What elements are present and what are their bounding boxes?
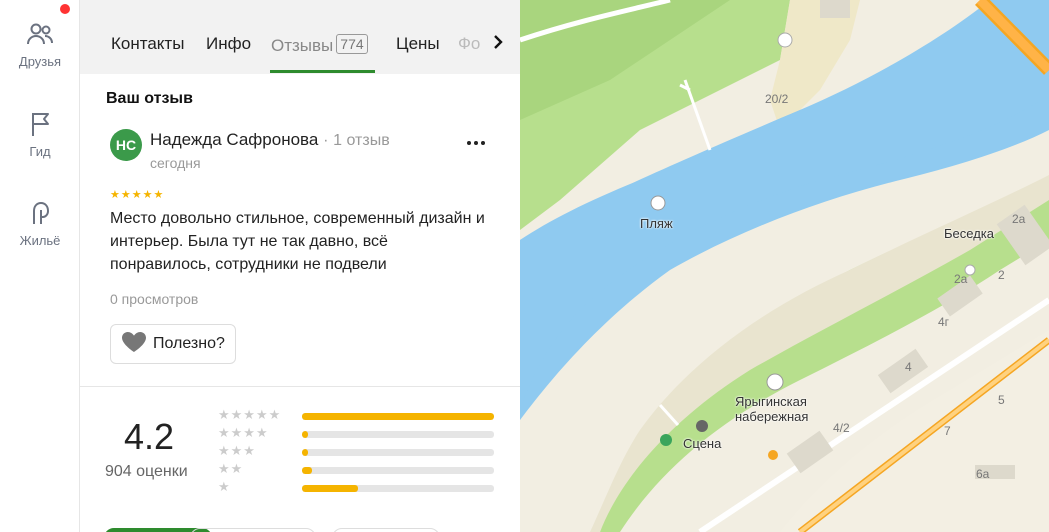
map-label-embankment-2[interactable]: набережная — [735, 409, 808, 424]
notification-dot — [60, 4, 70, 14]
tab-prices[interactable]: Цены — [396, 34, 440, 54]
map-label-beach[interactable]: Пляж — [640, 216, 673, 231]
tab-info[interactable]: Инфо — [206, 34, 251, 54]
review-stars: ★★★★★ — [110, 189, 165, 201]
review-date: сегодня — [150, 155, 201, 171]
map-view[interactable]: Пляж Беседка Ярыгинская набережная Сцена… — [520, 0, 1049, 532]
house-number: 5 — [998, 393, 1005, 407]
bottom-button-tertiary[interactable] — [332, 528, 440, 532]
map-canvas — [520, 0, 1049, 532]
rating-row-fill — [302, 413, 494, 420]
business-card-panel: Контакты Инфо Отзывы 774 Цены Фо Ваш отзы… — [80, 0, 520, 532]
author-review-count: 1 отзыв — [333, 132, 390, 149]
avatar[interactable]: НС — [110, 129, 142, 161]
rating-row-stars: ★ — [218, 479, 231, 494]
tab-bar: Контакты Инфо Отзывы 774 Цены Фо — [80, 0, 520, 74]
rating-row-bar — [302, 485, 494, 492]
rating-row-bar — [302, 467, 494, 474]
tabs-next-button[interactable] — [484, 31, 512, 57]
rating-row-bar — [302, 431, 494, 438]
sidebar-item-friends[interactable]: Друзья — [0, 18, 80, 69]
tab-contacts[interactable]: Контакты — [111, 34, 184, 54]
divider — [80, 386, 520, 387]
reviews-count-badge: 774 — [336, 34, 368, 54]
left-rail: Друзья Гид Жильё — [0, 0, 80, 532]
rating-value: 4.2 — [124, 416, 175, 457]
sidebar-item-label: Гид — [29, 144, 51, 159]
house-number: 4 — [905, 360, 912, 374]
attraction-icon[interactable] — [768, 450, 778, 460]
review-author-line: Надежда Сафронова · 1 отзыв — [150, 130, 390, 150]
binoculars-icon[interactable] — [660, 434, 672, 446]
rating-row-fill — [302, 467, 312, 474]
rating-row: ★★ — [218, 461, 498, 477]
house-number: 4/2 — [833, 421, 850, 435]
rating-row-bar — [302, 449, 494, 456]
tab-photos-faded[interactable]: Фо — [458, 34, 480, 54]
helpful-button[interactable]: Полезно? — [110, 324, 236, 364]
rating-row: ★★★★★ — [218, 407, 498, 423]
more-dots-icon — [466, 126, 486, 151]
rating-row-stars: ★★★★★ — [218, 407, 282, 422]
author-separator: · — [323, 132, 329, 149]
housing-icon — [24, 197, 56, 229]
house-number: 7 — [944, 424, 951, 438]
house-number: 2 — [998, 268, 1005, 282]
rating-row-stars: ★★ — [218, 461, 244, 476]
rating-count: 904 оценки — [105, 463, 188, 480]
author-name[interactable]: Надежда Сафронова — [150, 130, 318, 149]
flag-icon — [24, 108, 56, 140]
beach-icon[interactable] — [650, 195, 666, 211]
house-number: 6а — [976, 467, 990, 481]
heart-icon — [121, 331, 147, 358]
home-icon[interactable] — [777, 32, 793, 48]
park-icon[interactable] — [766, 373, 784, 391]
building — [820, 0, 850, 18]
chevron-right-icon — [492, 34, 504, 55]
sidebar-item-housing[interactable]: Жильё — [0, 197, 80, 248]
rating-row: ★★★ — [218, 443, 498, 459]
your-review-title: Ваш отзыв — [106, 90, 193, 107]
house-number: 20/2 — [765, 92, 789, 106]
rating-row-stars: ★★★ — [218, 443, 256, 458]
active-tab-indicator — [270, 70, 375, 73]
rating-row: ★ — [218, 479, 498, 495]
house-number: 2а — [954, 272, 968, 286]
map-label-gazebo[interactable]: Беседка — [944, 226, 994, 241]
rating-row-bar — [302, 413, 494, 420]
sidebar-item-guide[interactable]: Гид — [0, 108, 80, 159]
map-label-embankment-1[interactable]: Ярыгинская — [735, 394, 807, 409]
rating-row-fill — [302, 449, 308, 456]
stage-icon[interactable] — [696, 420, 708, 432]
friends-icon — [24, 18, 56, 50]
tab-reviews[interactable]: Отзывы 774 — [271, 34, 368, 56]
more-options-button[interactable] — [464, 134, 488, 158]
rating-row-fill — [302, 485, 358, 492]
helpful-label: Полезно? — [153, 335, 225, 352]
review-text: Место довольно стильное, современный диз… — [110, 210, 485, 273]
map-label-stage[interactable]: Сцена — [683, 436, 721, 451]
rating-row: ★★★★ — [218, 425, 498, 441]
rating-row-stars: ★★★★ — [218, 425, 269, 440]
tab-reviews-label: Отзывы — [271, 36, 334, 55]
rating-row-fill — [302, 431, 308, 438]
house-number: 2а — [1012, 212, 1026, 226]
sidebar-item-label: Друзья — [18, 54, 62, 69]
review-views: 0 просмотров — [110, 291, 199, 307]
house-number: 4г — [938, 315, 950, 329]
bottom-button-secondary[interactable] — [190, 528, 316, 532]
sidebar-item-label: Жильё — [19, 233, 61, 248]
